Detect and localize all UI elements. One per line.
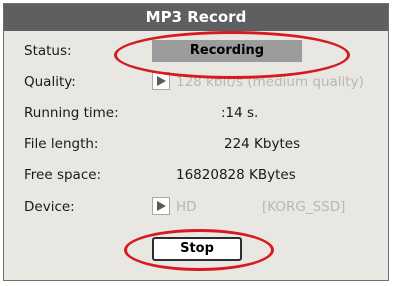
running-time-value: :14 s. <box>221 105 259 121</box>
file-length-label: File length: <box>24 136 99 152</box>
device-label: Device: <box>24 199 75 215</box>
device-value: HD <box>176 199 197 215</box>
play-arrow-icon <box>157 76 166 86</box>
device-row: Device: HD [KORG_SSD] <box>4 195 388 219</box>
play-arrow-icon <box>157 201 166 211</box>
device-select-button[interactable] <box>152 197 170 215</box>
file-length-value: 224 Kbytes <box>224 136 301 152</box>
dialog-title: MP3 Record <box>4 4 388 31</box>
running-time-row: Running time: :14 s. <box>4 101 388 125</box>
quality-label: Quality: <box>24 74 76 90</box>
free-space-label: Free space: <box>24 167 102 183</box>
free-space-value: 16820828 KBytes <box>176 167 296 183</box>
stop-highlight-ellipse <box>124 229 274 271</box>
status-label: Status: <box>24 43 72 59</box>
status-highlight-ellipse <box>114 31 350 79</box>
device-volume-name: [KORG_SSD] <box>262 199 346 215</box>
file-length-row: File length: 224 Kbytes <box>4 132 388 156</box>
running-time-label: Running time: <box>24 105 119 121</box>
free-space-row: Free space: 16820828 KBytes <box>4 163 388 187</box>
